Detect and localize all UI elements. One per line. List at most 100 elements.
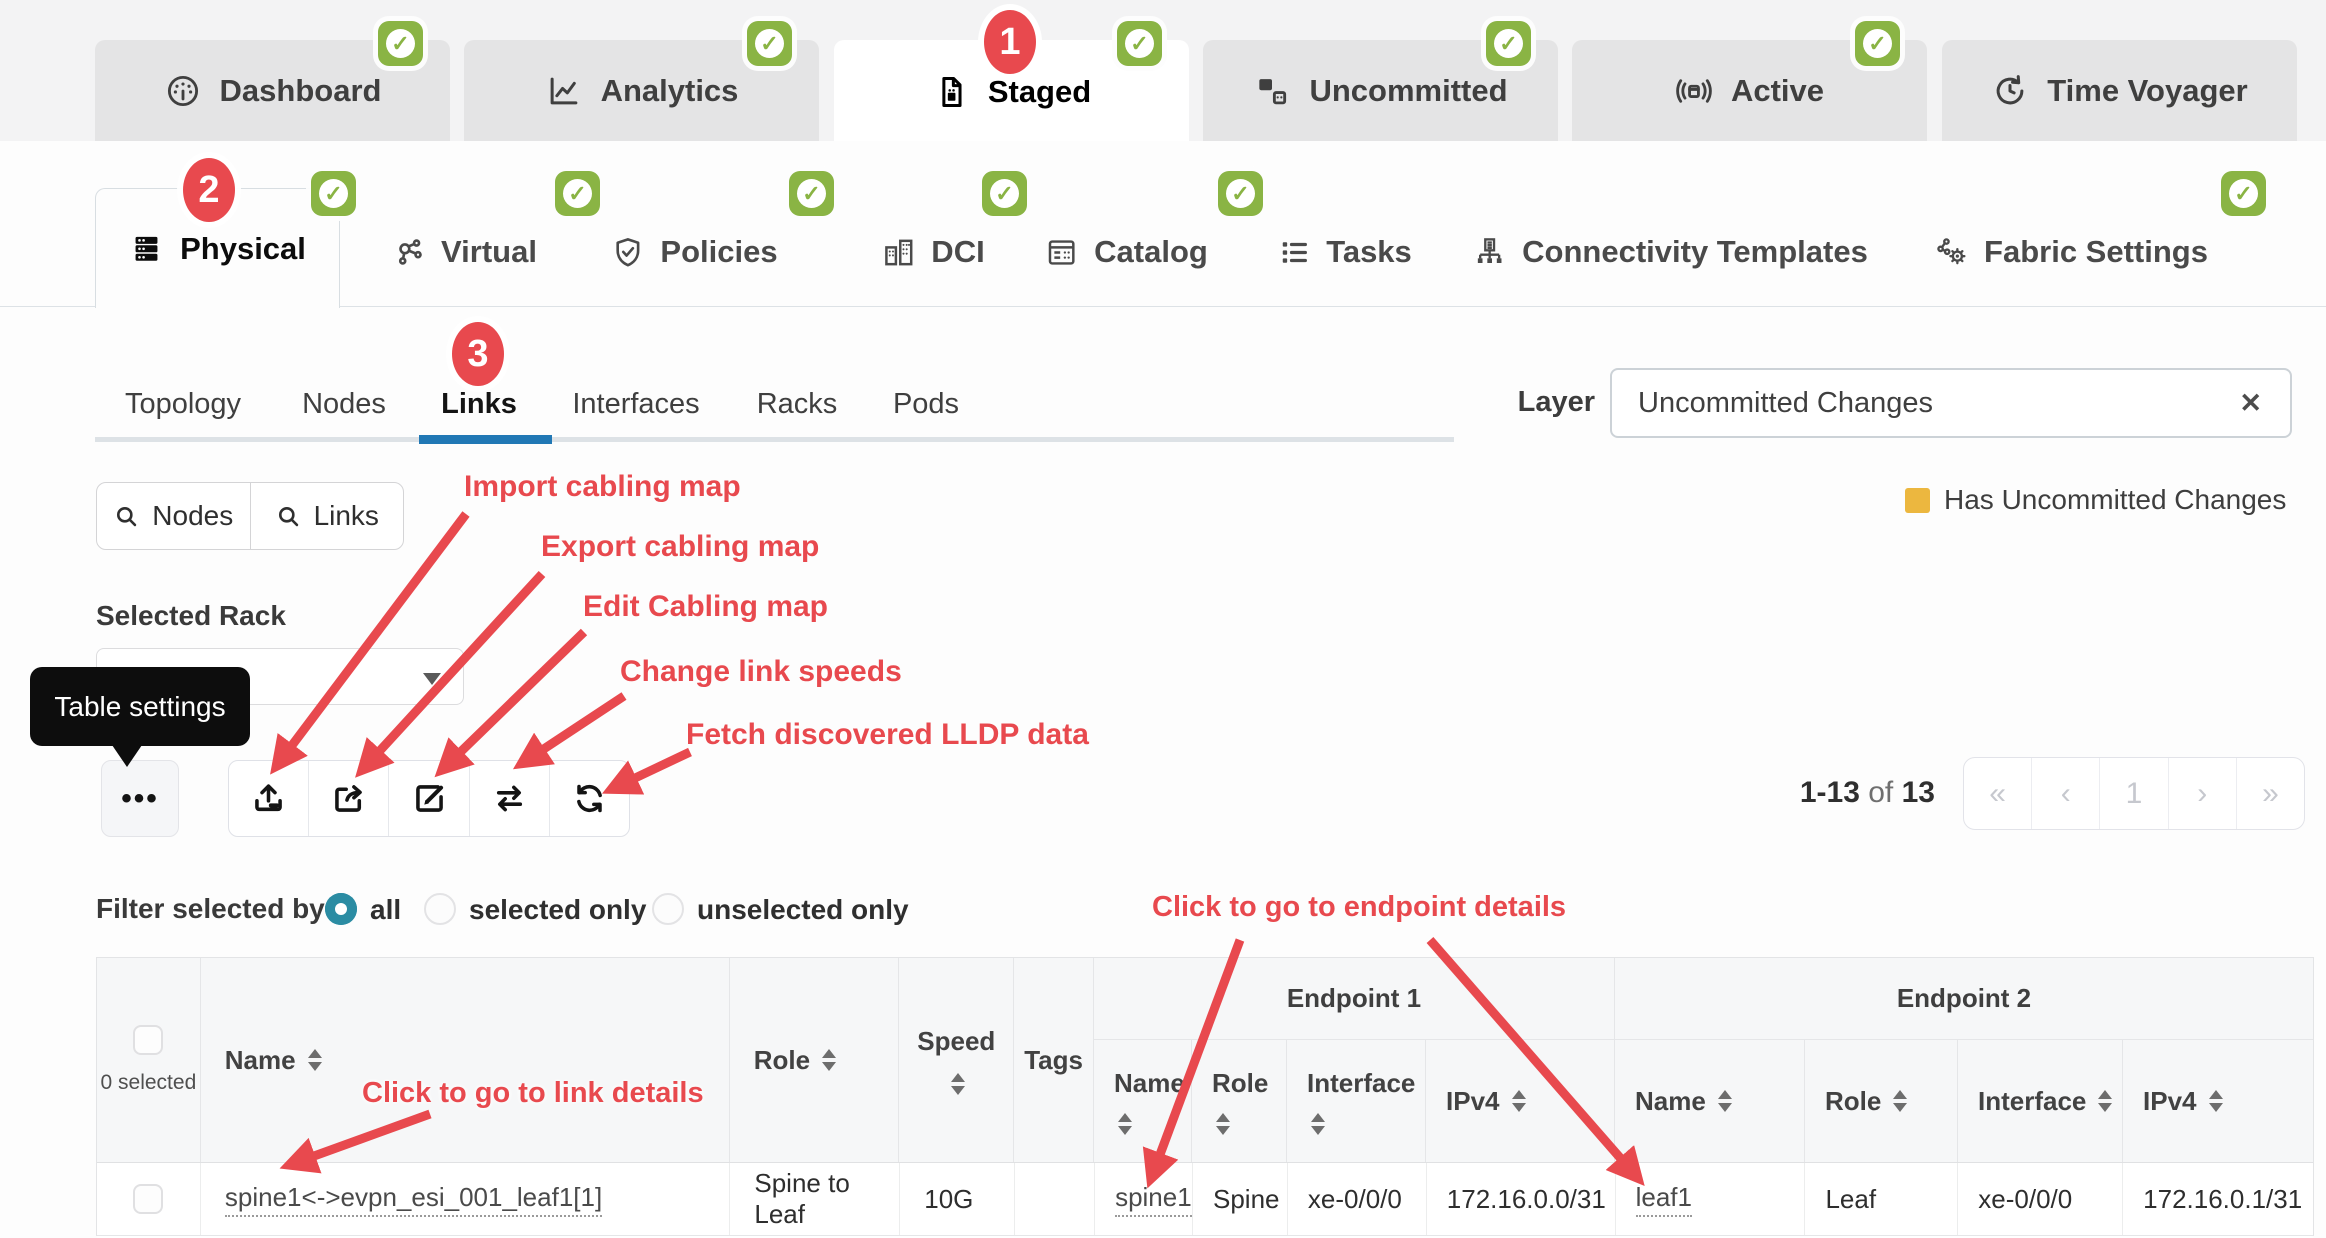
sort-arrows-icon[interactable]: [308, 1049, 322, 1071]
search-button-group: Nodes Links: [96, 482, 404, 550]
column-header-speed[interactable]: Speed: [899, 958, 1014, 1162]
subtab-pods[interactable]: Pods: [893, 380, 959, 428]
tab-staged[interactable]: Staged 1 ✓: [834, 40, 1189, 143]
import-cabling-map-button[interactable]: [229, 761, 308, 836]
select-all-header: 0 selected: [97, 958, 201, 1162]
annotation-import-cabling-map: Import cabling map: [464, 470, 741, 504]
tab-label: Virtual: [441, 234, 537, 270]
tab-label: Connectivity Templates: [1522, 234, 1868, 270]
tab-label: Dashboard: [220, 73, 382, 109]
tab-fabric-settings[interactable]: Fabric Settings: [1934, 222, 2208, 282]
tab-dci[interactable]: DCI: [881, 222, 984, 282]
check-badge-icon: ✓: [1486, 21, 1531, 66]
tab-time-voyager[interactable]: Time Voyager: [1942, 40, 2297, 141]
ep2-column-header-interface[interactable]: Interface: [1958, 1040, 2123, 1162]
ep1-column-header-role[interactable]: Role: [1192, 1040, 1287, 1162]
current-page-button[interactable]: 1: [2099, 758, 2167, 829]
time-voyager-history-icon: [1991, 72, 2029, 110]
annotation-edit-cabling-map: Edit Cabling map: [583, 590, 828, 624]
tab-virtual[interactable]: Virtual: [391, 222, 537, 282]
ep2-column-header-ipv4[interactable]: IPv4: [2123, 1040, 2313, 1162]
tab-uncommitted[interactable]: Uncommitted ✓: [1203, 40, 1558, 141]
edit-cabling-map-button[interactable]: [388, 761, 468, 836]
radio-selected-only[interactable]: [424, 893, 456, 925]
table-settings-tooltip: Table settings: [30, 667, 250, 746]
link-name-cell: spine1<->evpn_esi_001_leaf1[1]: [201, 1163, 730, 1235]
table-settings-button[interactable]: •••: [101, 760, 179, 837]
tab-tasks[interactable]: Tasks: [1276, 222, 1412, 282]
cabling-toolbar: [228, 760, 630, 837]
search-links-label: Links: [314, 500, 379, 532]
tab-policies[interactable]: Policies: [610, 222, 777, 282]
check-badge-icon: ✓: [789, 171, 834, 216]
column-header-role[interactable]: Role: [730, 958, 900, 1162]
sort-arrows-icon[interactable]: [951, 1073, 965, 1095]
layer-value: Uncommitted Changes: [1638, 387, 1933, 420]
sort-arrows-icon[interactable]: [1893, 1090, 1907, 1112]
tasks-list-icon: [1276, 235, 1311, 270]
ep1-ipv4-cell: 172.16.0.0/31: [1427, 1163, 1616, 1235]
sort-arrows-icon[interactable]: [1118, 1113, 1191, 1135]
radio-selected-only-label[interactable]: selected only: [469, 893, 646, 927]
column-header-name[interactable]: Name: [201, 958, 730, 1162]
tab-active[interactable]: Active ✓: [1572, 40, 1927, 141]
catalog-window-icon: [1044, 235, 1079, 270]
subtab-nodes[interactable]: Nodes: [302, 380, 386, 428]
annotation-endpoint-details: Click to go to endpoint details: [1152, 891, 1566, 924]
sort-arrows-icon[interactable]: [2098, 1090, 2112, 1112]
sort-arrows-icon[interactable]: [1216, 1113, 1286, 1135]
radio-unselected-only-label[interactable]: unselected only: [697, 893, 909, 927]
ep2-column-header-role[interactable]: Role: [1805, 1040, 1958, 1162]
tab-dashboard[interactable]: Dashboard ✓: [95, 40, 450, 141]
tab-connectivity-templates[interactable]: Connectivity Templates: [1472, 222, 1868, 282]
caret-down-icon: [423, 673, 441, 685]
fetch-lldp-button[interactable]: [549, 761, 629, 836]
first-page-button[interactable]: «: [1964, 758, 2031, 829]
export-icon: [330, 780, 367, 817]
ep2-column-header-name[interactable]: Name: [1615, 1040, 1805, 1162]
tooltip-arrow: [112, 745, 142, 767]
subtab-topology[interactable]: Topology: [125, 380, 241, 428]
sort-arrows-icon[interactable]: [1512, 1090, 1526, 1112]
clear-layer-icon[interactable]: ✕: [2239, 388, 2262, 419]
last-page-button[interactable]: »: [2236, 758, 2304, 829]
sort-arrows-icon[interactable]: [1718, 1090, 1732, 1112]
active-signal-icon: [1675, 72, 1713, 110]
tab-analytics[interactable]: Analytics ✓: [464, 40, 819, 141]
row-checkbox[interactable]: [133, 1184, 163, 1214]
select-all-checkbox[interactable]: [133, 1025, 163, 1055]
check-badge-icon: ✓: [982, 171, 1027, 216]
change-link-speeds-button[interactable]: [469, 761, 549, 836]
sort-arrows-icon[interactable]: [822, 1049, 836, 1071]
dashboard-gauge-icon: [164, 72, 202, 110]
radio-unselected-only[interactable]: [652, 893, 684, 925]
subtab-interfaces[interactable]: Interfaces: [572, 380, 699, 428]
link-name-link[interactable]: spine1<->evpn_esi_001_leaf1[1]: [225, 1182, 602, 1217]
tab-label: Analytics: [601, 73, 739, 109]
tab-catalog[interactable]: Catalog: [1044, 222, 1208, 282]
active-subtab-underline: [419, 435, 552, 444]
radio-all-label[interactable]: all: [370, 893, 401, 927]
subtab-links[interactable]: Links: [441, 380, 517, 428]
ep1-column-header-interface[interactable]: Interface: [1287, 1040, 1426, 1162]
tab-label: Catalog: [1094, 234, 1208, 270]
ep1-name-cell: spine1: [1095, 1163, 1193, 1235]
next-page-button[interactable]: ›: [2168, 758, 2236, 829]
layer-select[interactable]: Uncommitted Changes ✕: [1610, 368, 2292, 438]
export-cabling-map-button[interactable]: [308, 761, 388, 836]
ep2-interface-cell: xe-0/0/0: [1958, 1163, 2123, 1235]
ep1-name-link[interactable]: spine1: [1115, 1182, 1192, 1217]
sort-arrows-icon[interactable]: [2209, 1090, 2223, 1112]
subtab-racks[interactable]: Racks: [757, 380, 838, 428]
prev-page-button[interactable]: ‹: [2031, 758, 2099, 829]
pagination-summary: 1-13 of 13: [1640, 776, 1935, 810]
sort-arrows-icon[interactable]: [1311, 1113, 1425, 1135]
annotation-export-cabling-map: Export cabling map: [541, 530, 819, 564]
search-links-button[interactable]: Links: [251, 483, 404, 549]
ep2-name-link[interactable]: leaf1: [1636, 1182, 1692, 1217]
ep1-column-header-name[interactable]: Name: [1094, 1040, 1192, 1162]
refresh-icon: [571, 780, 608, 817]
ep1-column-header-ipv4[interactable]: IPv4: [1426, 1040, 1615, 1162]
radio-all[interactable]: [325, 893, 357, 925]
search-nodes-button[interactable]: Nodes: [97, 483, 251, 549]
